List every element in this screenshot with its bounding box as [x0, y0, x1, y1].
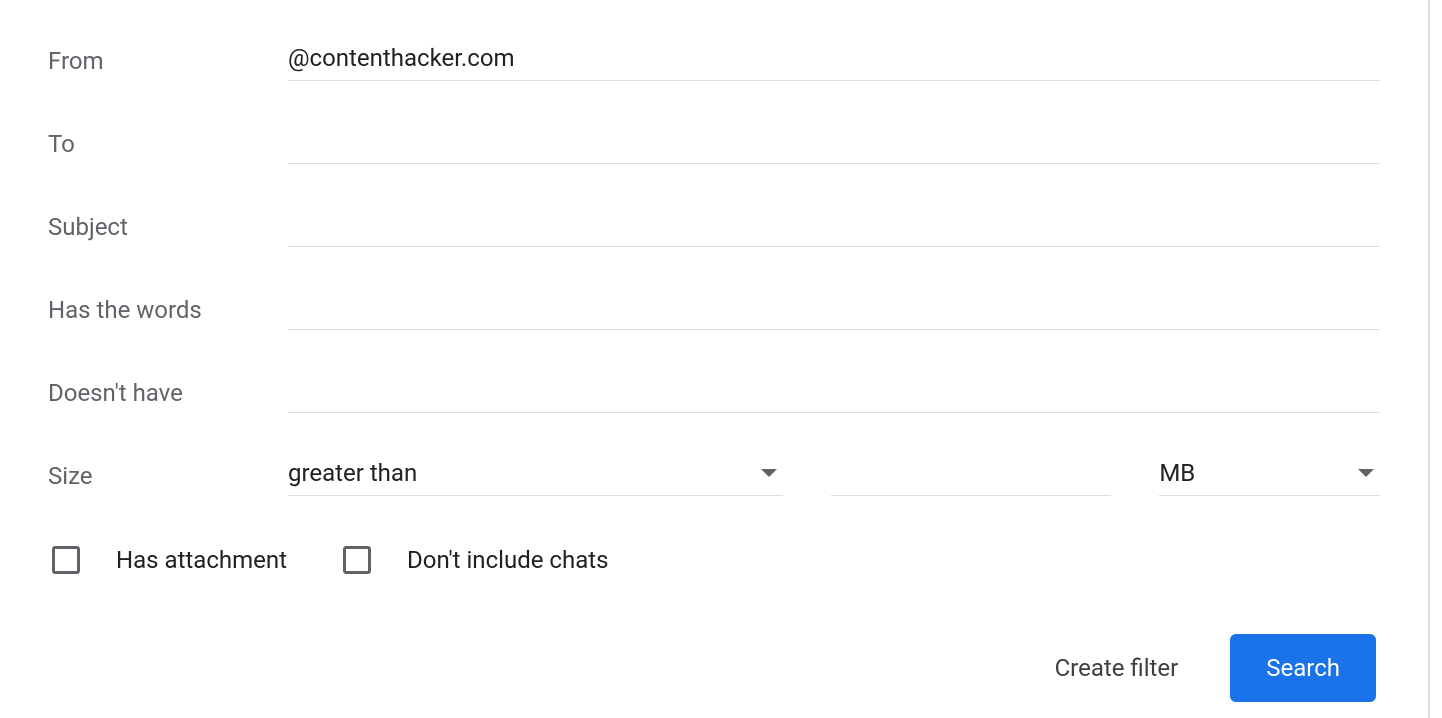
to-row: To — [48, 123, 1380, 164]
exclude-chats-label: Don't include chats — [407, 546, 608, 574]
from-input[interactable] — [288, 40, 1380, 81]
size-label: Size — [48, 462, 288, 490]
has-words-row: Has the words — [48, 289, 1380, 330]
search-filter-panel: From To Subject Has the words Doesn't ha… — [0, 0, 1430, 718]
from-label: From — [48, 47, 288, 75]
has-attachment-label: Has attachment — [116, 546, 287, 574]
has-attachment-checkbox-item[interactable]: Has attachment — [52, 546, 287, 574]
size-comparator-select[interactable]: greater than — [288, 455, 783, 496]
action-row: Create filter Search — [48, 634, 1380, 702]
doesnt-have-row: Doesn't have — [48, 372, 1380, 413]
caret-down-icon — [761, 469, 777, 477]
has-words-input[interactable] — [288, 289, 1380, 330]
doesnt-have-input[interactable] — [288, 372, 1380, 413]
checkbox-row: Has attachment Don't include chats — [48, 546, 1380, 574]
exclude-chats-checkbox[interactable] — [343, 546, 371, 574]
has-attachment-checkbox[interactable] — [52, 546, 80, 574]
subject-label: Subject — [48, 213, 288, 241]
from-row: From — [48, 40, 1380, 81]
doesnt-have-label: Doesn't have — [48, 379, 288, 407]
to-label: To — [48, 130, 288, 158]
has-words-label: Has the words — [48, 296, 288, 324]
size-unit-select[interactable]: MB — [1159, 455, 1380, 496]
create-filter-button[interactable]: Create filter — [1051, 644, 1183, 692]
size-value-input[interactable] — [831, 455, 1111, 496]
size-comparator-value: greater than — [288, 459, 761, 487]
caret-down-icon — [1358, 469, 1374, 477]
subject-row: Subject — [48, 206, 1380, 247]
to-input[interactable] — [288, 123, 1380, 164]
size-row: Size greater than MB — [48, 455, 1380, 496]
exclude-chats-checkbox-item[interactable]: Don't include chats — [343, 546, 608, 574]
size-unit-value: MB — [1159, 459, 1358, 487]
search-button[interactable]: Search — [1230, 634, 1376, 702]
subject-input[interactable] — [288, 206, 1380, 247]
